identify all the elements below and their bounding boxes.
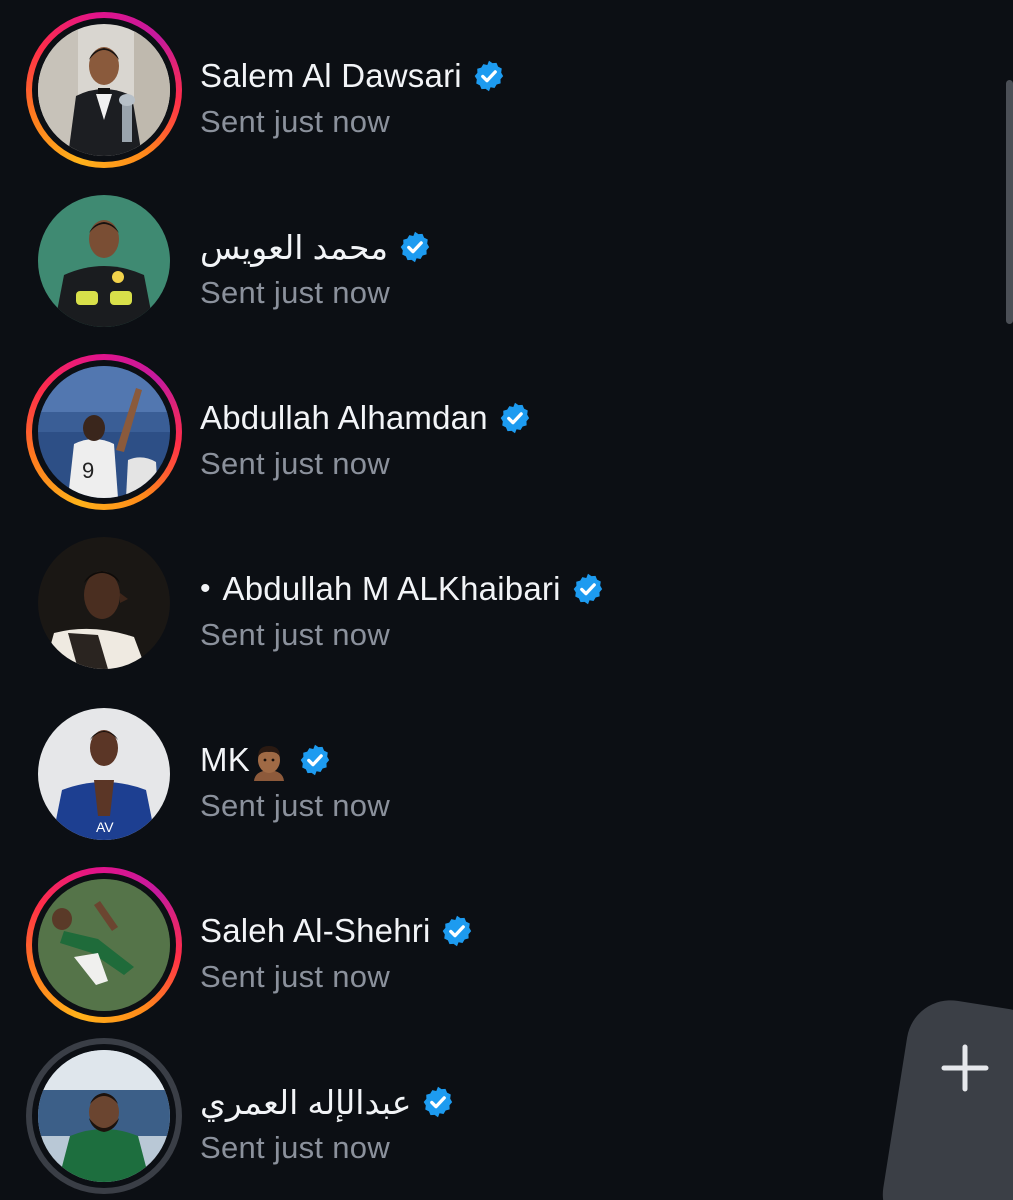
name-line: محمد العويس <box>200 223 432 271</box>
story-ring[interactable]: 9 <box>26 354 182 510</box>
verified-badge-icon <box>421 1085 455 1119</box>
avatar-frame <box>32 18 176 162</box>
thread-row[interactable]: محمد العويس Sent just now <box>0 183 1000 354</box>
verified-badge-icon <box>498 401 532 435</box>
avatar-frame <box>32 189 176 333</box>
verified-badge-icon <box>440 914 474 948</box>
direct-messages-screen: Salem Al Dawsari Sent just now محمد العو… <box>0 0 1013 1200</box>
contact-name: عبدالإله العمري <box>200 1083 412 1121</box>
avatar-container[interactable]: AV <box>26 696 182 852</box>
avatar: 9 <box>38 366 170 498</box>
avatar-frame <box>32 873 176 1017</box>
name-prefix: • <box>200 572 211 605</box>
avatar-frame <box>32 531 176 675</box>
thread-row[interactable]: 9 Abdullah Alhamdan Sent just now <box>0 354 1000 525</box>
contact-name: Abdullah M ALKhaibari <box>222 570 561 607</box>
avatar <box>38 879 170 1011</box>
man-emoji-icon <box>253 746 284 781</box>
thread-row[interactable]: Saleh Al-Shehri Sent just now <box>0 867 1000 1038</box>
avatar <box>38 537 170 669</box>
name-line: • Abdullah M ALKhaibari <box>200 565 605 613</box>
message-status: Sent just now <box>200 959 391 994</box>
verified-badge-icon <box>298 743 332 777</box>
thread-row[interactable]: AV MK Sent just now <box>0 696 1000 867</box>
svg-text:9: 9 <box>82 458 94 483</box>
contact-name: Salem Al Dawsari <box>200 57 462 94</box>
name-line: Salem Al Dawsari <box>200 52 506 100</box>
contact-name: Abdullah Alhamdan <box>200 399 488 436</box>
thread-row[interactable]: Salem Al Dawsari Sent just now <box>0 12 1000 183</box>
avatar <box>38 1050 170 1182</box>
svg-text:AV: AV <box>96 819 114 835</box>
message-status: Sent just now <box>200 104 391 139</box>
name-line: Saleh Al-Shehri <box>200 907 474 955</box>
message-status: Sent just now <box>200 617 391 652</box>
message-status: Sent just now <box>200 446 391 481</box>
message-status: Sent just now <box>200 788 391 823</box>
contact-name: Saleh Al-Shehri <box>200 912 431 949</box>
avatar-frame <box>32 1044 176 1188</box>
verified-badge-icon <box>398 230 432 264</box>
message-status: Sent just now <box>200 1130 391 1165</box>
name-line: MK <box>200 736 332 784</box>
verified-badge-icon <box>472 59 506 93</box>
contact-name: MK <box>200 741 250 778</box>
seen-story-ring[interactable] <box>26 1038 182 1194</box>
story-ring[interactable] <box>26 12 182 168</box>
thread-row[interactable]: عبدالإله العمري Sent just now <box>0 1038 1000 1200</box>
avatar-frame: AV <box>32 702 176 846</box>
name-line: Abdullah Alhamdan <box>200 394 532 442</box>
avatar: AV <box>38 708 170 840</box>
thread-row[interactable]: • Abdullah M ALKhaibari Sent just now <box>0 525 1000 696</box>
story-ring[interactable] <box>26 867 182 1023</box>
verified-badge-icon <box>571 572 605 606</box>
contact-name: محمد العويس <box>200 228 388 266</box>
avatar-frame: 9 <box>32 360 176 504</box>
name-line: عبدالإله العمري <box>200 1078 455 1126</box>
avatar-container[interactable] <box>26 183 182 339</box>
message-status: Sent just now <box>200 275 391 310</box>
avatar <box>38 195 170 327</box>
plus-icon[interactable] <box>940 1043 990 1093</box>
avatar-container[interactable] <box>26 525 182 681</box>
scrollbar[interactable] <box>1006 80 1013 324</box>
avatar <box>38 24 170 156</box>
